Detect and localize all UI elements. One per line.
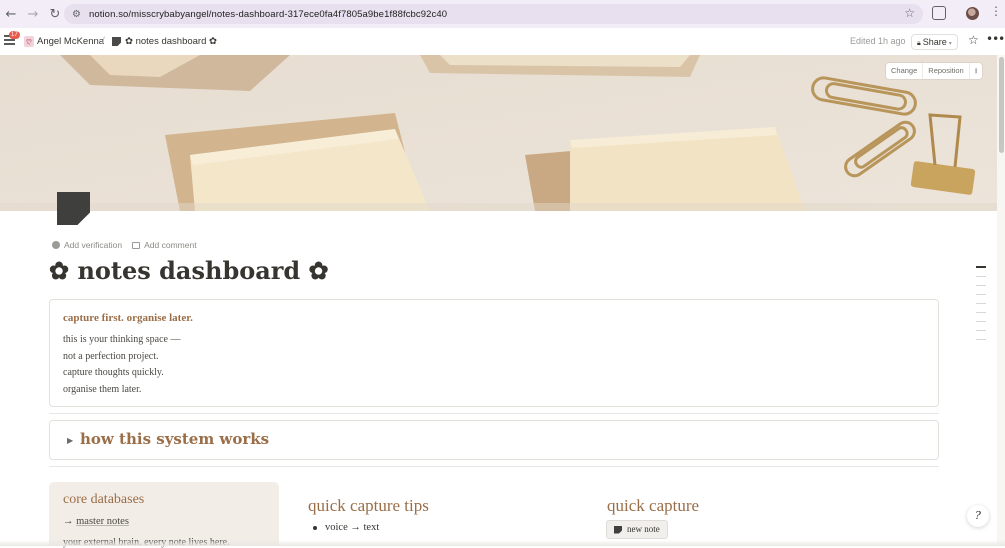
toggle-block[interactable]: ▶ how this system works bbox=[49, 420, 939, 460]
page-meta-row: Add verification Add comment bbox=[52, 239, 197, 251]
bullet-icon bbox=[313, 525, 317, 530]
chevron-down-icon: ▾ bbox=[948, 41, 952, 47]
breadcrumb-page[interactable]: ✿ notes dashboard ✿ bbox=[125, 28, 217, 55]
new-note-label: new note bbox=[627, 524, 660, 534]
edited-timestamp: Edited 1h ago bbox=[850, 36, 906, 46]
table-of-contents-minimap[interactable] bbox=[976, 266, 988, 348]
address-bar[interactable]: ⚙ notion.so/misscrybabyangel/notes-dashb… bbox=[64, 4, 923, 24]
core-databases-heading: core databases bbox=[63, 492, 145, 507]
notification-badge: 17 bbox=[9, 31, 20, 39]
add-comment-button[interactable]: Add comment bbox=[144, 240, 196, 250]
browser-menu-icon[interactable]: ⋮ bbox=[990, 5, 1002, 17]
toc-line[interactable] bbox=[976, 284, 986, 286]
master-notes-link-text[interactable]: master notes bbox=[76, 516, 129, 527]
toc-line[interactable] bbox=[976, 302, 986, 304]
tips-item-text: voice → text bbox=[325, 522, 380, 533]
toggle-arrow-icon[interactable]: ▶ bbox=[67, 436, 73, 445]
core-databases-callout: core databases → master notes your exter… bbox=[49, 482, 279, 548]
toc-line[interactable] bbox=[976, 338, 986, 340]
verification-icon bbox=[52, 241, 60, 249]
callout-line: this is your thinking space — bbox=[63, 334, 181, 345]
reload-icon[interactable]: ↻ bbox=[44, 0, 66, 28]
toc-line[interactable] bbox=[976, 311, 986, 313]
tips-list-item: voice → text bbox=[313, 522, 379, 533]
toc-line[interactable] bbox=[976, 329, 986, 331]
page-note-icon bbox=[112, 37, 121, 46]
site-settings-icon[interactable]: ⚙ bbox=[72, 9, 81, 20]
notion-topbar: 17 ღ Angel McKenna / ✿ notes dashboard ✿… bbox=[0, 28, 1005, 55]
workspace-icon: ღ bbox=[24, 36, 34, 47]
share-label: Share bbox=[922, 37, 947, 47]
quick-capture-heading: quick capture bbox=[607, 496, 700, 515]
extensions-icon[interactable] bbox=[932, 6, 946, 20]
bottom-fade bbox=[0, 540, 1005, 546]
divider bbox=[49, 466, 939, 467]
reposition-cover-button[interactable]: Reposition bbox=[923, 63, 970, 79]
callout-line: capture thoughts quickly. bbox=[63, 367, 164, 378]
toc-line[interactable] bbox=[976, 293, 986, 295]
help-icon[interactable]: ? bbox=[967, 505, 989, 527]
change-cover-button[interactable]: Change bbox=[886, 63, 924, 79]
callout-block[interactable]: capture first. organise later. this is y… bbox=[49, 299, 939, 407]
favorite-star-icon[interactable]: ☆ bbox=[968, 33, 979, 47]
download-icon[interactable]: ⭳ bbox=[970, 63, 983, 79]
url-text[interactable]: notion.so/misscrybabyangel/notes-dashboa… bbox=[89, 9, 447, 20]
page-title[interactable]: ✿ notes dashboard ✿ bbox=[49, 256, 329, 285]
breadcrumb-workspace[interactable]: Angel McKenna bbox=[37, 28, 104, 55]
cover-controls: Change Reposition ⭳ bbox=[886, 63, 983, 79]
new-note-button[interactable]: new note bbox=[606, 520, 668, 539]
page-note-icon-large[interactable] bbox=[57, 192, 90, 225]
callout-heading: capture first. organise later. bbox=[63, 312, 193, 324]
toc-line[interactable] bbox=[976, 275, 986, 277]
callout-line: organise them later. bbox=[63, 384, 142, 395]
forward-arrow-icon[interactable]: → bbox=[22, 0, 44, 28]
scrollbar-thumb[interactable] bbox=[999, 57, 1004, 153]
cover-image bbox=[0, 55, 997, 211]
note-icon bbox=[614, 525, 622, 534]
share-button[interactable]: 🔒︎ Share ▾ bbox=[911, 34, 958, 50]
callout-line: not a perfection project. bbox=[63, 351, 159, 362]
profile-avatar[interactable] bbox=[966, 7, 979, 20]
browser-toolbar: ← → ↻ ⚙ notion.so/misscrybabyangel/notes… bbox=[0, 0, 1005, 28]
quick-capture-tips-heading: quick capture tips bbox=[308, 496, 429, 515]
toc-line[interactable] bbox=[976, 320, 986, 322]
lock-icon: 🔒︎ bbox=[917, 40, 921, 47]
add-verification-button[interactable]: Add verification bbox=[64, 240, 122, 250]
more-options-icon[interactable]: ••• bbox=[986, 32, 1005, 46]
toc-line[interactable] bbox=[976, 266, 986, 268]
arrow-glyph: → bbox=[63, 516, 74, 527]
back-arrow-icon[interactable]: ← bbox=[0, 0, 22, 28]
master-notes-link[interactable]: → master notes bbox=[63, 516, 129, 527]
breadcrumb-separator: / bbox=[102, 36, 105, 47]
bookmark-star-icon[interactable]: ☆ bbox=[904, 6, 915, 20]
divider bbox=[49, 413, 939, 414]
toggle-title[interactable]: how this system works bbox=[80, 430, 269, 448]
comment-icon bbox=[132, 241, 141, 249]
